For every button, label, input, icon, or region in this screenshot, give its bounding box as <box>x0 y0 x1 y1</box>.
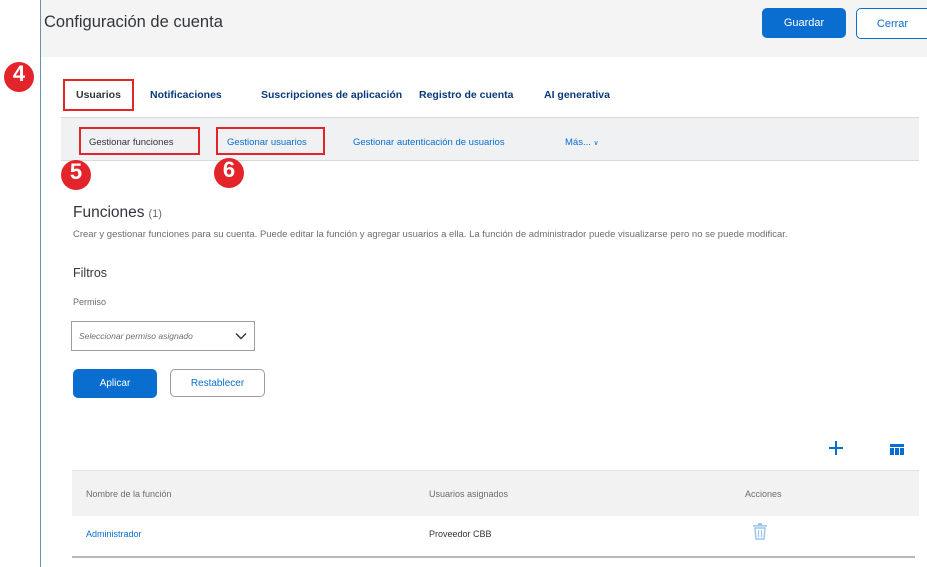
close-button[interactable]: Cerrar <box>856 8 927 39</box>
column-header-nombre: Nombre de la función <box>86 489 172 499</box>
column-settings-icon[interactable] <box>890 444 904 455</box>
column-header-acciones: Acciones <box>745 489 782 499</box>
subtab-gestionar-autenticacion[interactable]: Gestionar autenticación de usuarios <box>353 137 505 148</box>
subtab-mas[interactable]: Más... ∨ <box>565 137 599 148</box>
tab-suscripciones[interactable]: Suscripciones de aplicación <box>261 89 402 101</box>
tab-ai-generativa[interactable]: AI generativa <box>544 89 610 101</box>
save-button[interactable]: Guardar <box>762 8 846 38</box>
section-count: (1) <box>148 208 162 220</box>
plus-icon[interactable] <box>827 439 845 457</box>
tab-notificaciones[interactable]: Notificaciones <box>150 89 222 101</box>
highlight-tab-usuarios <box>63 79 134 111</box>
highlight-subtab-usuarios <box>216 127 325 155</box>
permission-label: Permiso <box>73 297 107 307</box>
chevron-down-icon: ∨ <box>593 140 599 147</box>
subtab-mas-label: Más... <box>565 137 591 148</box>
permission-select[interactable]: Seleccionar permiso asignado <box>71 321 255 351</box>
chevron-down-icon <box>235 333 247 340</box>
annotation-marker-4: 4 <box>4 62 34 92</box>
annotation-marker-6: 6 <box>214 158 244 188</box>
role-name-link[interactable]: Administrador <box>86 529 142 539</box>
table-row-divider <box>72 556 915 558</box>
tab-registro-cuenta[interactable]: Registro de cuenta <box>419 89 514 101</box>
reset-button[interactable]: Restablecer <box>170 369 265 397</box>
page-title: Configuración de cuenta <box>44 13 223 31</box>
section-title: Funciones (1) <box>73 204 162 222</box>
section-title-text: Funciones <box>73 204 145 221</box>
section-description: Crear y gestionar funciones para su cuen… <box>73 229 788 240</box>
trash-icon[interactable] <box>753 523 767 540</box>
highlight-subtab-funciones <box>79 127 200 155</box>
column-header-usuarios: Usuarios asignados <box>429 489 509 499</box>
permission-select-placeholder: Seleccionar permiso asignado <box>79 331 193 341</box>
apply-button[interactable]: Aplicar <box>73 369 157 398</box>
filters-title: Filtros <box>73 266 108 280</box>
assigned-users-cell: Proveedor CBB <box>429 529 492 539</box>
annotation-marker-5: 5 <box>61 160 91 190</box>
